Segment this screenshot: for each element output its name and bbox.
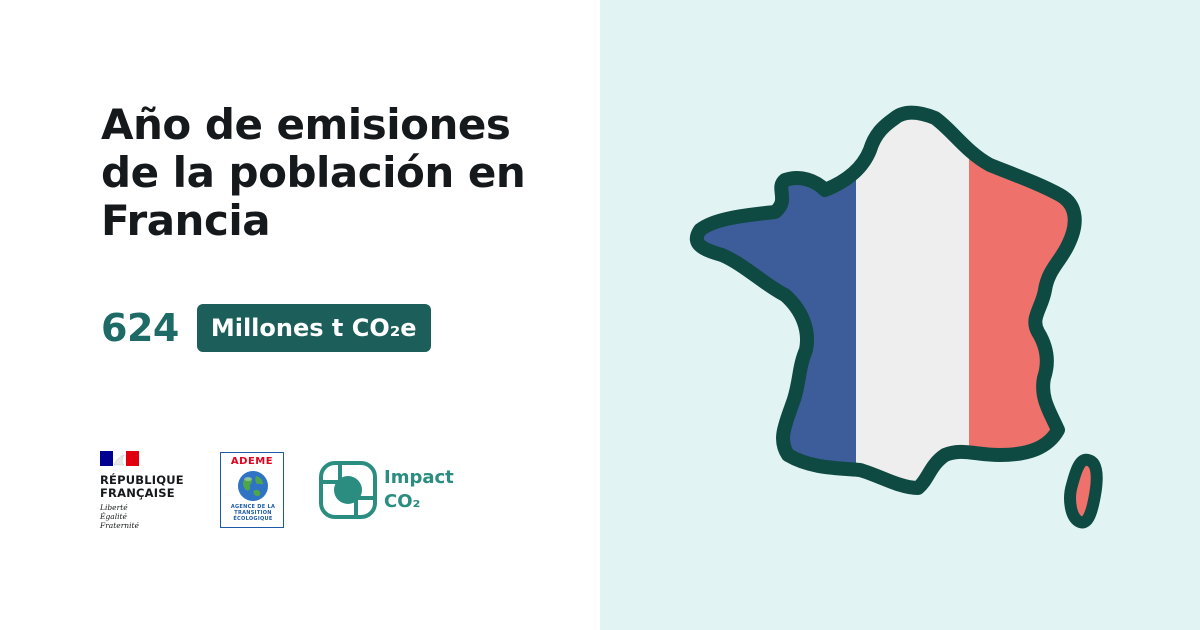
corsica-shape <box>1064 453 1103 529</box>
impact-co2-logo: Impact CO₂ <box>318 460 478 522</box>
ademe-name: ADEME <box>230 456 274 467</box>
france-map-flag-icon <box>600 0 1103 529</box>
impact-co2-icon <box>319 461 377 519</box>
emissions-value-row: 624 Millones t CO₂e <box>101 304 431 352</box>
ademe-logo: ADEME AGENCE DE LA TRANSITION ÉCOLOGIQUE <box>220 452 284 528</box>
page-title: Año de emisiones de la población en Fran… <box>101 100 526 245</box>
left-panel: Año de emisiones de la población en Fran… <box>0 0 600 630</box>
impact-line: Impact <box>384 467 454 488</box>
globe-icon <box>238 471 268 501</box>
motto-egalite: Égalité <box>100 512 127 521</box>
impact-co2-wordmark: Impact CO₂ <box>384 466 454 514</box>
flag-blue-band <box>696 112 858 488</box>
republique-name: RÉPUBLIQUE FRANÇAISE <box>100 473 184 500</box>
motto-liberte: Liberté <box>100 503 128 512</box>
motto-fraternite: Fraternité <box>100 521 139 530</box>
unit-badge: Millones t CO₂e <box>196 304 431 352</box>
co2-line: CO₂ <box>384 491 421 512</box>
republique-motto: Liberté Égalité Fraternité <box>100 503 200 530</box>
marianne-flag-icon <box>100 451 139 466</box>
emissions-value: 624 <box>101 306 179 350</box>
republique-francaise-logo: RÉPUBLIQUE FRANÇAISE Liberté Égalité Fra… <box>100 451 200 530</box>
ademe-subtitle: AGENCE DE LA TRANSITION ÉCOLOGIQUE <box>230 504 276 522</box>
